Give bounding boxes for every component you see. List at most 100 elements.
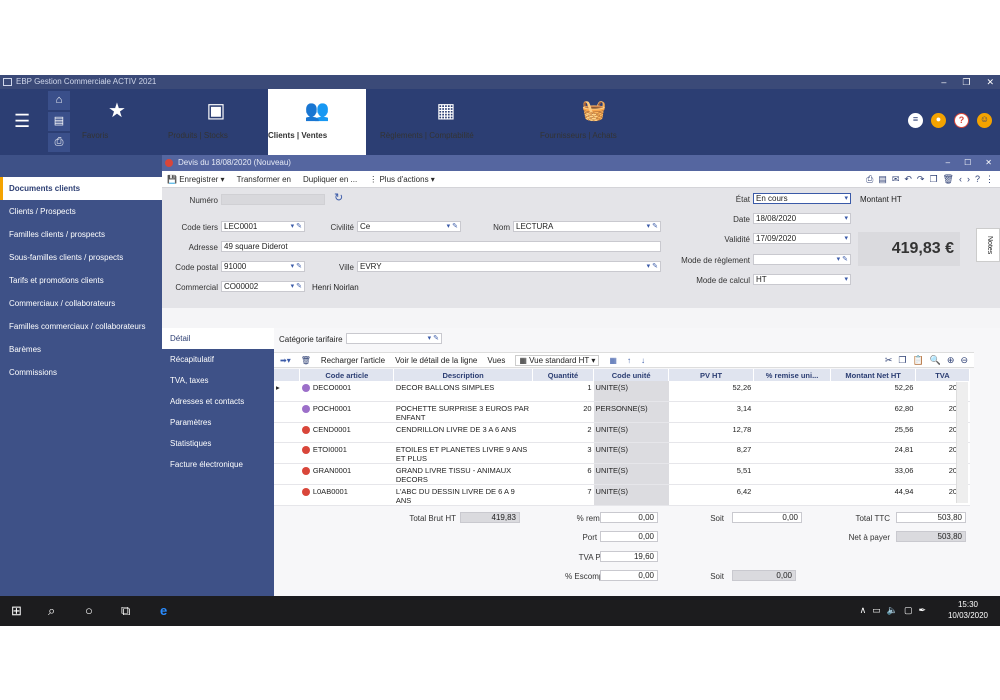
date-field[interactable]: 18/08/2020 ▾ [753, 213, 851, 224]
redo-icon[interactable]: ↷ [917, 174, 925, 185]
cell-montant-net[interactable]: 62,80 [830, 401, 916, 423]
move-up-icon[interactable]: ↑ [627, 356, 631, 365]
bell-icon[interactable]: ● [931, 113, 946, 128]
escompte-field[interactable]: 0,00 [600, 570, 658, 581]
cell-remise[interactable] [753, 381, 831, 402]
grid-scrollbar[interactable] [956, 382, 968, 503]
mode-reglement-field[interactable]: ▾ ✎ [753, 254, 851, 265]
transform-button[interactable]: Transformer en [237, 175, 291, 184]
tab-parametres[interactable]: Paramètres [162, 412, 274, 433]
sidebar-item-clients-prospects[interactable]: Clients / Prospects [0, 200, 162, 223]
refresh-icon[interactable]: ↻ [334, 191, 343, 204]
battery-icon[interactable]: ▭ [872, 605, 881, 616]
cell-unite[interactable]: UNITE(S) [593, 442, 669, 464]
windows-start-icon[interactable]: ⊞ [11, 603, 22, 619]
cell-quantite[interactable]: 2 [532, 422, 594, 443]
undo-icon[interactable]: ↶ [904, 174, 912, 185]
print-icon[interactable]: ⎙ [48, 133, 70, 152]
code-postal-field[interactable]: 91000 ▾ ✎ [221, 261, 305, 272]
cell-montant-net[interactable]: 52,26 [830, 381, 916, 402]
cell-quantite[interactable]: 3 [532, 442, 594, 464]
previous-icon[interactable]: ‹ [959, 174, 962, 185]
cell-code[interactable]: DECO0001 [299, 381, 394, 402]
dropdown-edit-icon[interactable]: ▾ ✎ [447, 222, 458, 231]
copy-icon[interactable]: ❐ [929, 174, 937, 185]
dropdown-edit-icon[interactable]: ▾ ✎ [837, 255, 848, 264]
calendar-dropdown-icon[interactable]: ▾ [844, 214, 848, 223]
vue-select[interactable]: ▦ Vue standard HT ▾ [515, 354, 600, 366]
column-header-description[interactable]: Description [393, 369, 533, 381]
tab-statistiques[interactable]: Statistiques [162, 433, 274, 454]
sidebar-item-familles-commerciaux[interactable]: Familles commerciaux / collaborateurs [0, 315, 162, 338]
calendar-dropdown-icon[interactable]: ▾ [844, 234, 848, 243]
search-icon[interactable]: ⌕ [48, 603, 55, 619]
row-selector[interactable] [274, 401, 300, 423]
doc-close-icon[interactable]: ✕ [985, 155, 992, 171]
row-selector[interactable] [274, 422, 300, 443]
cell-code[interactable]: ETOI0001 [299, 442, 394, 464]
etat-field[interactable]: En cours ▾ [753, 193, 851, 204]
preview-icon[interactable]: ▤ [878, 174, 887, 185]
tab-recapitulatif[interactable]: Récapitulatif [162, 349, 274, 370]
cell-description[interactable]: POCHETTE SURPRISE 3 EUROS PAR ENFANT [393, 401, 533, 423]
dropdown-edit-icon[interactable]: ▾ ✎ [291, 262, 302, 271]
cell-code[interactable]: L0AB0001 [299, 484, 394, 506]
insert-arrow-icon[interactable]: ➡▾ [280, 356, 291, 365]
commercial-field[interactable]: CO00002 ▾ ✎ [221, 281, 305, 292]
edge-icon[interactable]: e [160, 603, 167, 618]
cell-remise[interactable] [753, 463, 831, 485]
cell-pv-ht[interactable]: 12,78 [668, 422, 754, 443]
sidebar-item-baremes[interactable]: Barèmes [0, 338, 162, 361]
cell-description[interactable]: ETOILES ET PLANETES LIVRE 9 ANS ET PLUS [393, 442, 533, 464]
doc-maximize-icon[interactable]: ☐ [964, 155, 971, 171]
task-view-icon[interactable]: ⧉ [121, 603, 130, 619]
cell-code[interactable]: GRAN0001 [299, 463, 394, 485]
code-tiers-field[interactable]: LEC0001 ▾ ✎ [221, 221, 305, 232]
dropdown-edit-icon[interactable]: ▾ ✎ [647, 262, 658, 271]
help-icon[interactable]: ? [954, 113, 969, 128]
nom-field[interactable]: LECTURA ▾ ✎ [513, 221, 661, 232]
help-icon[interactable]: ? [975, 174, 980, 185]
search-icon[interactable]: 🔍 [930, 355, 941, 366]
grid-settings-icon[interactable]: ▦ [609, 356, 617, 365]
cell-description[interactable]: DECOR BALLONS SIMPLES [393, 381, 533, 402]
table-row[interactable]: CEND0001 CENDRILLON LIVRE DE 3 A 6 ANS 2… [274, 422, 970, 443]
table-row[interactable]: L0AB0001 L'ABC DU DESSIN LIVRE DE 6 A 9 … [274, 484, 970, 506]
trash-icon[interactable]: 🗑 [301, 356, 311, 365]
minimize-icon[interactable]: – [941, 75, 946, 89]
menu-circle-icon[interactable]: ≡ [908, 113, 923, 128]
cell-remise[interactable] [753, 484, 831, 506]
chevron-down-icon[interactable]: ▾ [844, 194, 848, 203]
soit-field[interactable]: 0,00 [732, 512, 802, 523]
civilite-field[interactable]: Ce ▾ ✎ [357, 221, 461, 232]
port-field[interactable]: 0,00 [600, 531, 658, 542]
zoom-in-icon[interactable]: ⊕ [947, 355, 955, 366]
remise-field[interactable]: 0,00 [600, 512, 658, 523]
categorie-field[interactable]: ▾ ✎ [346, 333, 442, 344]
cell-pv-ht[interactable]: 3,14 [668, 401, 754, 423]
table-row[interactable]: ETOI0001 ETOILES ET PLANETES LIVRE 9 ANS… [274, 442, 970, 464]
cell-unite[interactable]: UNITE(S) [593, 381, 669, 402]
column-header-montant-net[interactable]: Montant Net HT [830, 369, 916, 381]
cell-remise[interactable] [753, 442, 831, 464]
taskbar-clock[interactable]: 15:30 10/03/2020 [948, 599, 988, 621]
building-icon[interactable]: ▤ [48, 112, 70, 131]
tab-tva-taxes[interactable]: TVA, taxes [162, 370, 274, 391]
cell-pv-ht[interactable]: 6,42 [668, 484, 754, 506]
cell-unite[interactable]: UNITE(S) [593, 463, 669, 485]
sidebar-item-tarifs[interactable]: Tarifs et promotions clients [0, 269, 162, 292]
validite-field[interactable]: 17/09/2020 ▾ [753, 233, 851, 244]
next-icon[interactable]: › [967, 174, 970, 185]
cell-montant-net[interactable]: 44,94 [830, 484, 916, 506]
volume-icon[interactable]: 🔈 [887, 605, 898, 616]
cell-remise[interactable] [753, 401, 831, 423]
tab-fournisseurs-achats[interactable]: 🧺 Fournisseurs | Achats [540, 89, 648, 155]
cell-description[interactable]: L'ABC DU DESSIN LIVRE DE 6 A 9 ANS [393, 484, 533, 506]
column-header-tva[interactable]: TVA [915, 369, 971, 381]
cell-unite[interactable]: UNITE(S) [593, 422, 669, 443]
zoom-out-icon[interactable]: ⊖ [960, 355, 968, 366]
row-selector[interactable] [274, 484, 300, 506]
sidebar-item-familles-clients[interactable]: Familles clients / prospects [0, 223, 162, 246]
user-icon[interactable]: ☺ [977, 113, 992, 128]
cell-remise[interactable] [753, 422, 831, 443]
